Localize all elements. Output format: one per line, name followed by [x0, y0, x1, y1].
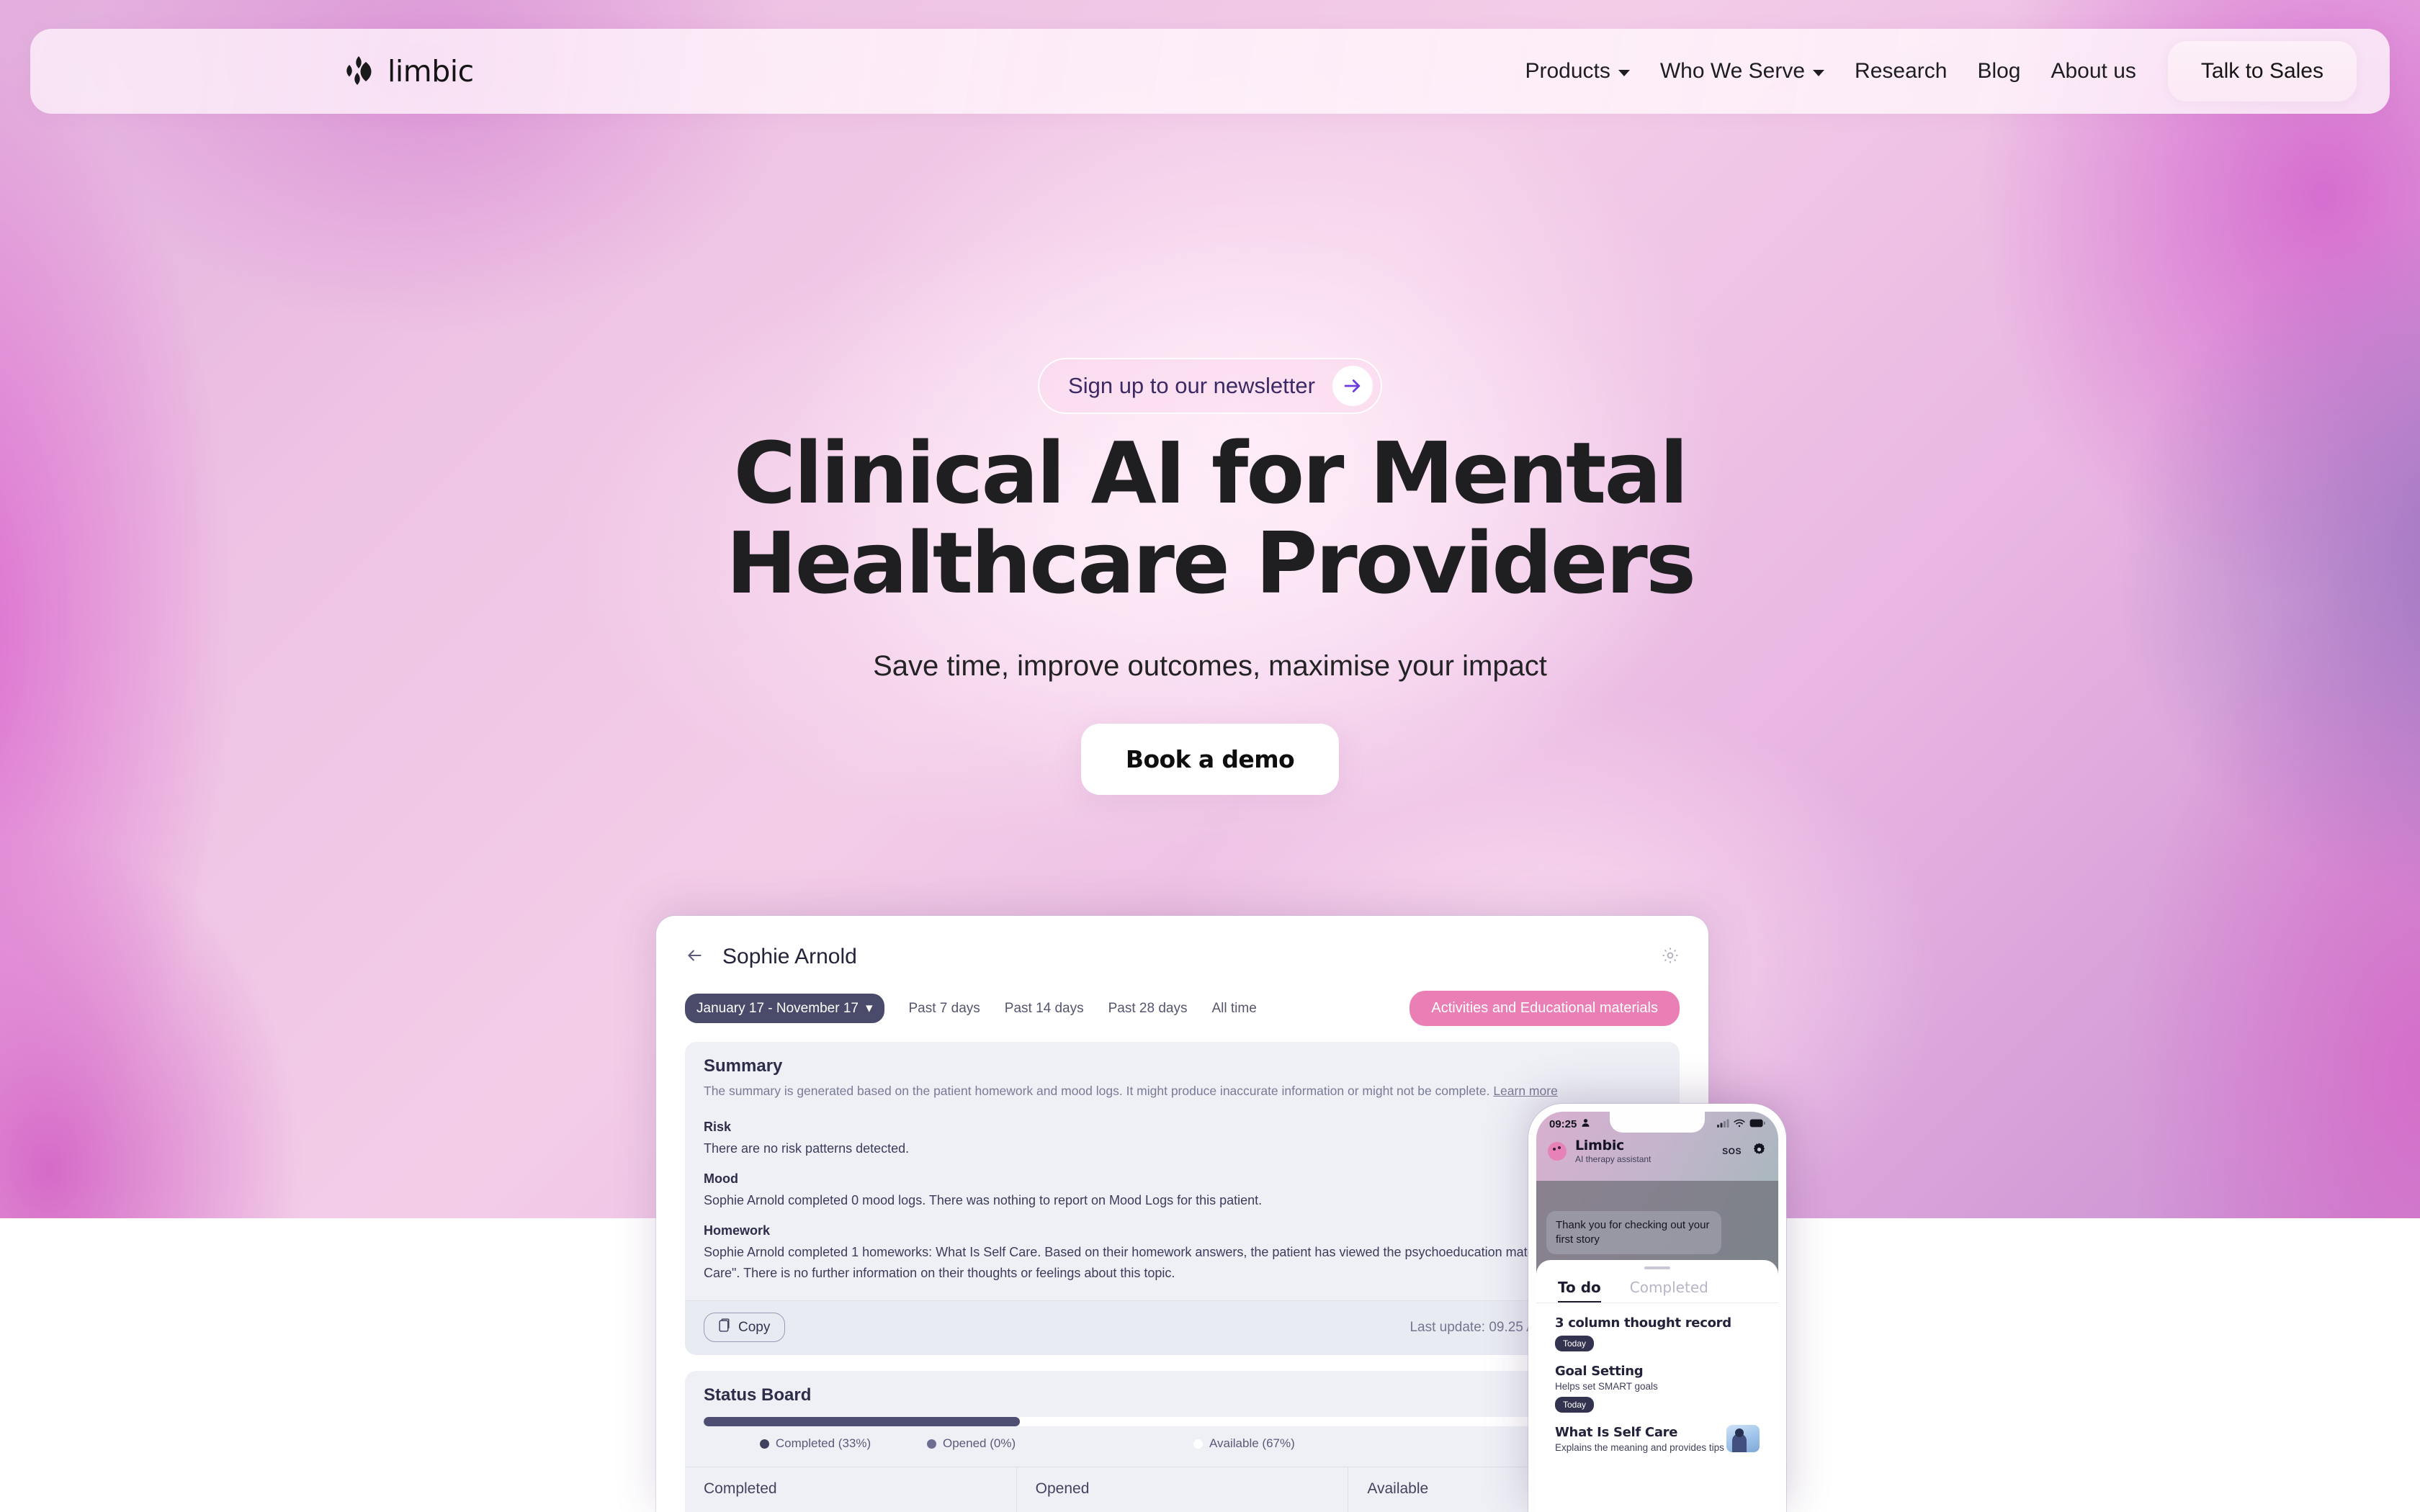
legend-label-completed: Completed (33%)	[775, 1436, 871, 1451]
activities-and-educational-materials-button[interactable]: Activities and Educational materials	[1410, 991, 1680, 1026]
item-title: What Is Self Care	[1555, 1425, 1678, 1440]
phone-notch	[1610, 1112, 1705, 1133]
legend-label-available: Available (67%)	[1209, 1436, 1295, 1451]
list-item[interactable]: What Is Self Care Explains the meaning a…	[1536, 1413, 1778, 1453]
date-filter-row: January 17 - November 17 ▾ Past 7 days P…	[656, 969, 1708, 1026]
item-badge: Today	[1555, 1336, 1595, 1351]
nav-item-who-we-serve[interactable]: Who We Serve	[1659, 59, 1825, 84]
phone-app-header: Limbic AI therapy assistant SOS	[1536, 1130, 1778, 1173]
progress-bar-track	[704, 1417, 1661, 1427]
wifi-icon	[1734, 1118, 1745, 1130]
person-icon	[1581, 1118, 1590, 1130]
filter-past-28-days[interactable]: Past 28 days	[1108, 1001, 1188, 1017]
legend-dot-completed	[759, 1439, 769, 1449]
filter-past-7-days[interactable]: Past 7 days	[909, 1001, 980, 1017]
learn-more-link[interactable]: Learn more	[1493, 1084, 1558, 1098]
nav-links: Products Who We Serve Research Blog Abou…	[1525, 59, 2136, 84]
column-header: Opened	[1035, 1480, 1090, 1498]
dashboard-header: Sophie Arnold	[656, 916, 1708, 969]
item-subtitle: Explains the meaning and provides tips	[1555, 1442, 1724, 1453]
bottom-sheet: To do Completed 3 column thought record …	[1536, 1260, 1778, 1512]
legend-item-opened: Opened (0%)	[927, 1436, 1193, 1451]
talk-to-sales-button[interactable]: Talk to Sales	[2167, 41, 2357, 102]
newsletter-label: Sign up to our newsletter	[1068, 373, 1315, 398]
chevron-down-icon	[1618, 69, 1630, 76]
legend-item-available: Available (67%)	[1193, 1436, 1295, 1451]
book-a-demo-button[interactable]: Book a demo	[1080, 724, 1340, 795]
legend-dot-opened	[927, 1439, 936, 1449]
sheet-tabs: To do Completed	[1536, 1269, 1778, 1303]
summary-disclaimer-text: The summary is generated based on the pa…	[704, 1084, 1490, 1098]
page-title: Clinical AI for Mental Healthcare Provid…	[0, 428, 2420, 608]
legend-label-opened: Opened (0%)	[943, 1436, 1016, 1451]
gear-icon[interactable]	[1661, 946, 1680, 968]
list-item[interactable]: 3 column thought record Today	[1536, 1303, 1778, 1351]
sos-button[interactable]: SOS	[1722, 1146, 1742, 1156]
hero-title-line-1: Clinical AI for Mental	[733, 423, 1689, 523]
date-range-label: January 17 - November 17	[696, 1000, 859, 1016]
chevron-down-icon: ▾	[865, 1001, 873, 1016]
status-column-opened: Opened No Items	[1016, 1467, 1348, 1512]
app-role: AI therapy assistant	[1575, 1154, 1652, 1164]
battery-icon	[1749, 1118, 1765, 1130]
chevron-down-icon	[1813, 69, 1825, 76]
brand-name: limbic	[387, 54, 474, 89]
phone-screen: 09:25 Limbic AI therapy assistant SOS Th…	[1536, 1112, 1778, 1512]
item-title: Goal Setting	[1555, 1364, 1644, 1379]
newsletter-signup-button[interactable]: Sign up to our newsletter	[1038, 358, 1382, 414]
limbic-petal-logo-icon	[344, 55, 375, 88]
chat-bubble-bot: Thank you for checking out your first st…	[1546, 1211, 1722, 1254]
tab-to-do[interactable]: To do	[1558, 1279, 1601, 1302]
copy-label: Copy	[738, 1319, 771, 1335]
legend-item-completed: Completed (33%)	[704, 1436, 927, 1451]
summary-disclaimer: The summary is generated based on the pa…	[685, 1081, 1680, 1101]
brand-logo[interactable]: limbic	[344, 54, 474, 89]
back-arrow-icon[interactable]	[685, 946, 704, 968]
nav-item-blog[interactable]: Blog	[1977, 59, 2020, 84]
progress-bar-fill	[704, 1417, 1020, 1427]
date-range-selector[interactable]: January 17 - November 17 ▾	[685, 994, 884, 1023]
status-column-completed: Completed What Is Self Care Education Co…	[685, 1467, 1016, 1512]
patient-name: Sophie Arnold	[722, 945, 857, 968]
arrow-right-icon	[1332, 366, 1373, 406]
item-badge: Today	[1555, 1397, 1595, 1413]
phone-mockup: 09:25 Limbic AI therapy assistant SOS Th…	[1528, 1104, 1786, 1512]
limbic-avatar-icon	[1548, 1141, 1567, 1161]
item-subtitle: Helps set SMART goals	[1555, 1381, 1658, 1392]
status-time: 09:25	[1549, 1118, 1577, 1130]
gear-icon[interactable]	[1752, 1142, 1767, 1161]
clipboard-icon	[719, 1318, 731, 1336]
last-update-text: Last update: 09.25 AM	[1410, 1319, 1547, 1335]
nav-item-label: Products	[1525, 59, 1610, 83]
filter-all-time[interactable]: All time	[1211, 1001, 1256, 1017]
summary-title: Summary	[704, 1056, 783, 1076]
nav-item-products[interactable]: Products	[1525, 59, 1630, 84]
copy-button[interactable]: Copy	[704, 1313, 786, 1343]
app-name: Limbic	[1575, 1138, 1624, 1153]
list-item[interactable]: Goal Setting Helps set SMART goals Today	[1536, 1351, 1778, 1413]
nav-item-label: Who We Serve	[1659, 59, 1806, 83]
hero-title-line-2: Healthcare Providers	[725, 513, 1696, 613]
filter-past-14-days[interactable]: Past 14 days	[1005, 1001, 1084, 1017]
hero-subtitle: Save time, improve outcomes, maximise yo…	[873, 650, 1547, 682]
navbar: limbic Products Who We Serve Research Bl…	[30, 29, 2390, 114]
column-header: Completed	[704, 1480, 777, 1498]
legend-dot-available	[1193, 1439, 1203, 1449]
item-thumbnail-image	[1726, 1425, 1760, 1452]
item-title: 3 column thought record	[1555, 1315, 1731, 1331]
cellular-icon	[1717, 1118, 1729, 1130]
tab-completed[interactable]: Completed	[1630, 1279, 1708, 1302]
nav-item-research[interactable]: Research	[1855, 59, 1947, 84]
nav-item-about-us[interactable]: About us	[2051, 59, 2136, 84]
